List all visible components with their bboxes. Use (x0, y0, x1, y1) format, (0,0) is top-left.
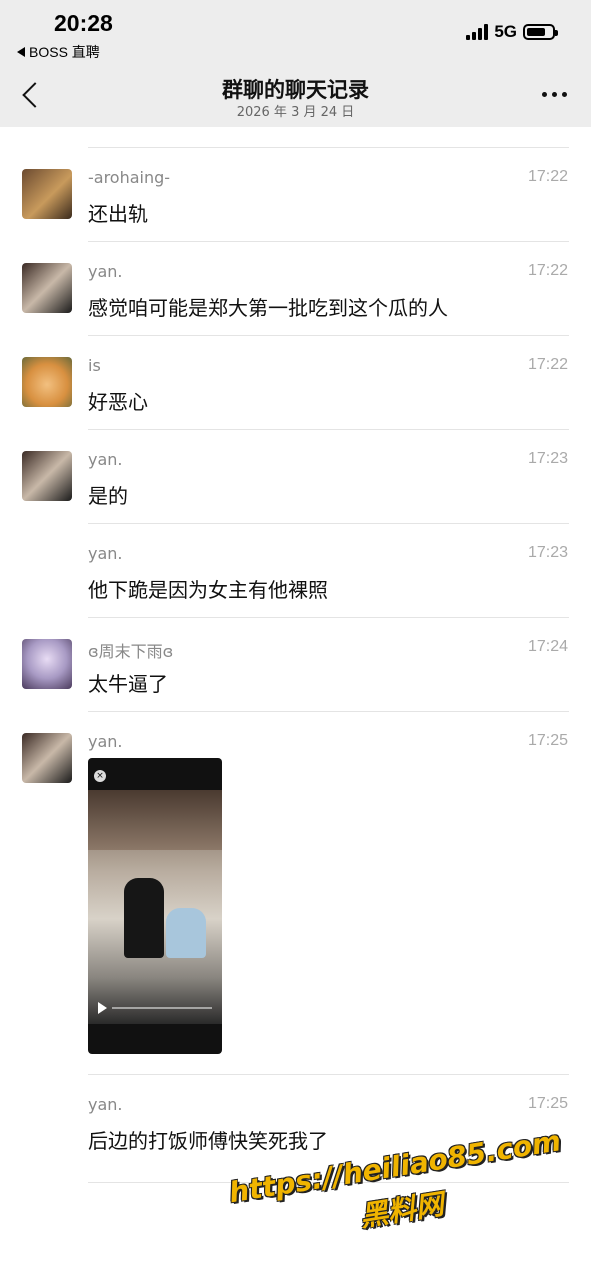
message-time: 17:22 (527, 168, 568, 185)
more-options-icon[interactable] (542, 92, 567, 97)
header: 20:28 BOSS 直聘 5G 群聊的聊天记录 2026 年 3 月 24 日 (0, 0, 591, 127)
message-time: 17:22 (527, 356, 568, 373)
sender-name: ɞ周末下雨ɞ (88, 642, 174, 661)
divider (88, 335, 569, 336)
divider (88, 523, 569, 524)
message-text: 是的 (88, 484, 128, 508)
video-background (88, 790, 222, 850)
battery-icon (523, 24, 558, 40)
page-title: 群聊的聊天记录 (222, 78, 369, 102)
orange-cat-avatar[interactable] (22, 357, 72, 407)
signal-icon (466, 24, 489, 40)
status-time: 20:28 (54, 10, 113, 36)
network-label: 5G (494, 22, 517, 41)
video-progress-bar[interactable] (112, 1007, 212, 1009)
divider (88, 147, 569, 148)
message-text: 感觉咱可能是郑大第一批吃到这个瓜的人 (88, 296, 448, 320)
sender-name: yan. (88, 1095, 123, 1114)
sender-name: is (88, 356, 101, 375)
message-time: 17:25 (527, 1095, 568, 1112)
divider (88, 429, 569, 430)
message-text: 太牛逼了 (88, 672, 168, 696)
message-time: 17:22 (527, 262, 568, 279)
status-indicators: 5G (466, 22, 558, 42)
message-text: 还出轨 (88, 202, 148, 226)
girl-avatar[interactable] (22, 451, 72, 501)
sender-name: yan. (88, 732, 123, 751)
divider (88, 1074, 569, 1075)
girl-avatar[interactable] (22, 733, 72, 783)
divider (88, 241, 569, 242)
sender-name: -arohaing- (88, 168, 171, 187)
message-time: 17:23 (527, 450, 568, 467)
message-text: 他下跪是因为女主有他裸照 (88, 578, 328, 602)
sender-name: yan. (88, 262, 123, 281)
close-icon[interactable]: × (94, 770, 106, 782)
back-app-label: BOSS 直聘 (29, 44, 100, 60)
message-text: 好恶心 (88, 390, 148, 414)
video-person-kneeling (166, 908, 206, 958)
divider (88, 617, 569, 618)
back-to-app-link[interactable]: BOSS 直聘 (17, 42, 100, 62)
video-person-standing (124, 878, 164, 958)
play-icon[interactable] (98, 1002, 107, 1014)
message-text: 后边的打饭师傅快笑死我了 (88, 1129, 328, 1153)
anime-avatar[interactable] (22, 639, 72, 689)
page-date: 2026 年 3 月 24 日 (236, 105, 355, 120)
girl-avatar[interactable] (22, 263, 72, 313)
message-time: 17:24 (527, 638, 568, 655)
sender-name: yan. (88, 544, 123, 563)
message-time: 17:23 (527, 544, 568, 561)
video-thumbnail[interactable]: × (88, 758, 222, 1054)
sender-name: yan. (88, 450, 123, 469)
cat-avatar[interactable] (22, 169, 72, 219)
back-triangle-icon (17, 47, 25, 57)
message-time: 17:25 (527, 732, 568, 749)
divider (88, 711, 569, 712)
